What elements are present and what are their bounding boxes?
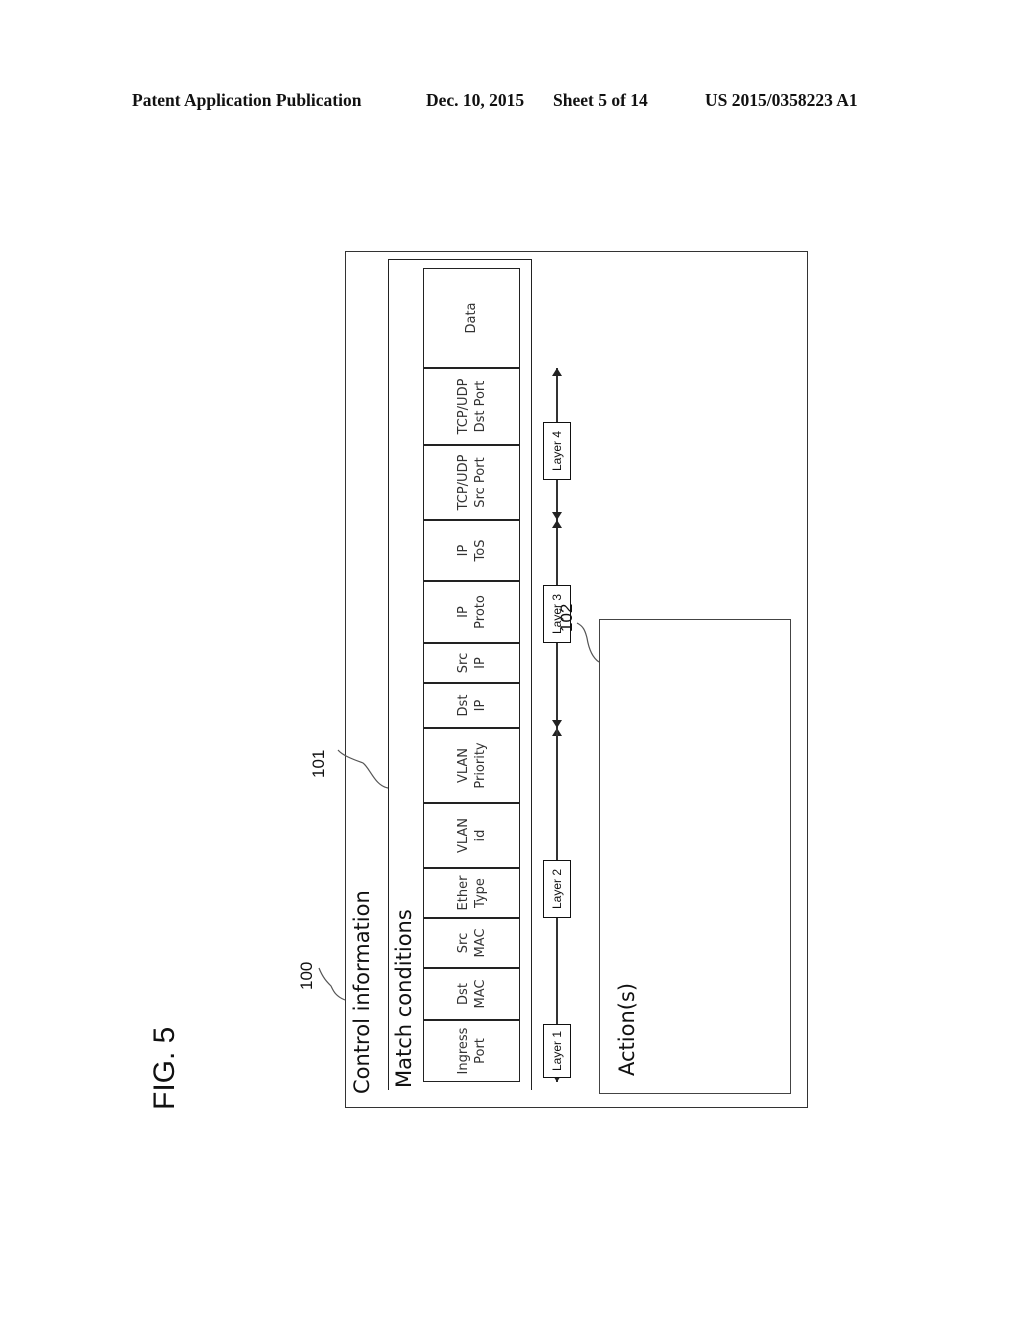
ref-100: 100 <box>297 961 316 990</box>
figure-label: FIG. 5 <box>148 1026 181 1110</box>
leader-102 <box>576 622 600 663</box>
ref-101: 101 <box>309 749 328 778</box>
patent-header: Patent Application Publication Dec. 10, … <box>0 90 1024 114</box>
publication-title: Patent Application Publication <box>132 90 362 110</box>
control-information-diagram: Control information Match conditions Ing… <box>297 251 808 1108</box>
sheet-number: Sheet 5 of 14 <box>553 90 648 110</box>
leader-101 <box>337 749 389 789</box>
leader-lines <box>318 622 600 1001</box>
ref-102: 102 <box>557 603 576 632</box>
patent-number: US 2015/0358223 A1 <box>705 90 858 110</box>
leader-100 <box>318 967 346 1001</box>
publication-date: Dec. 10, 2015 <box>426 90 525 110</box>
